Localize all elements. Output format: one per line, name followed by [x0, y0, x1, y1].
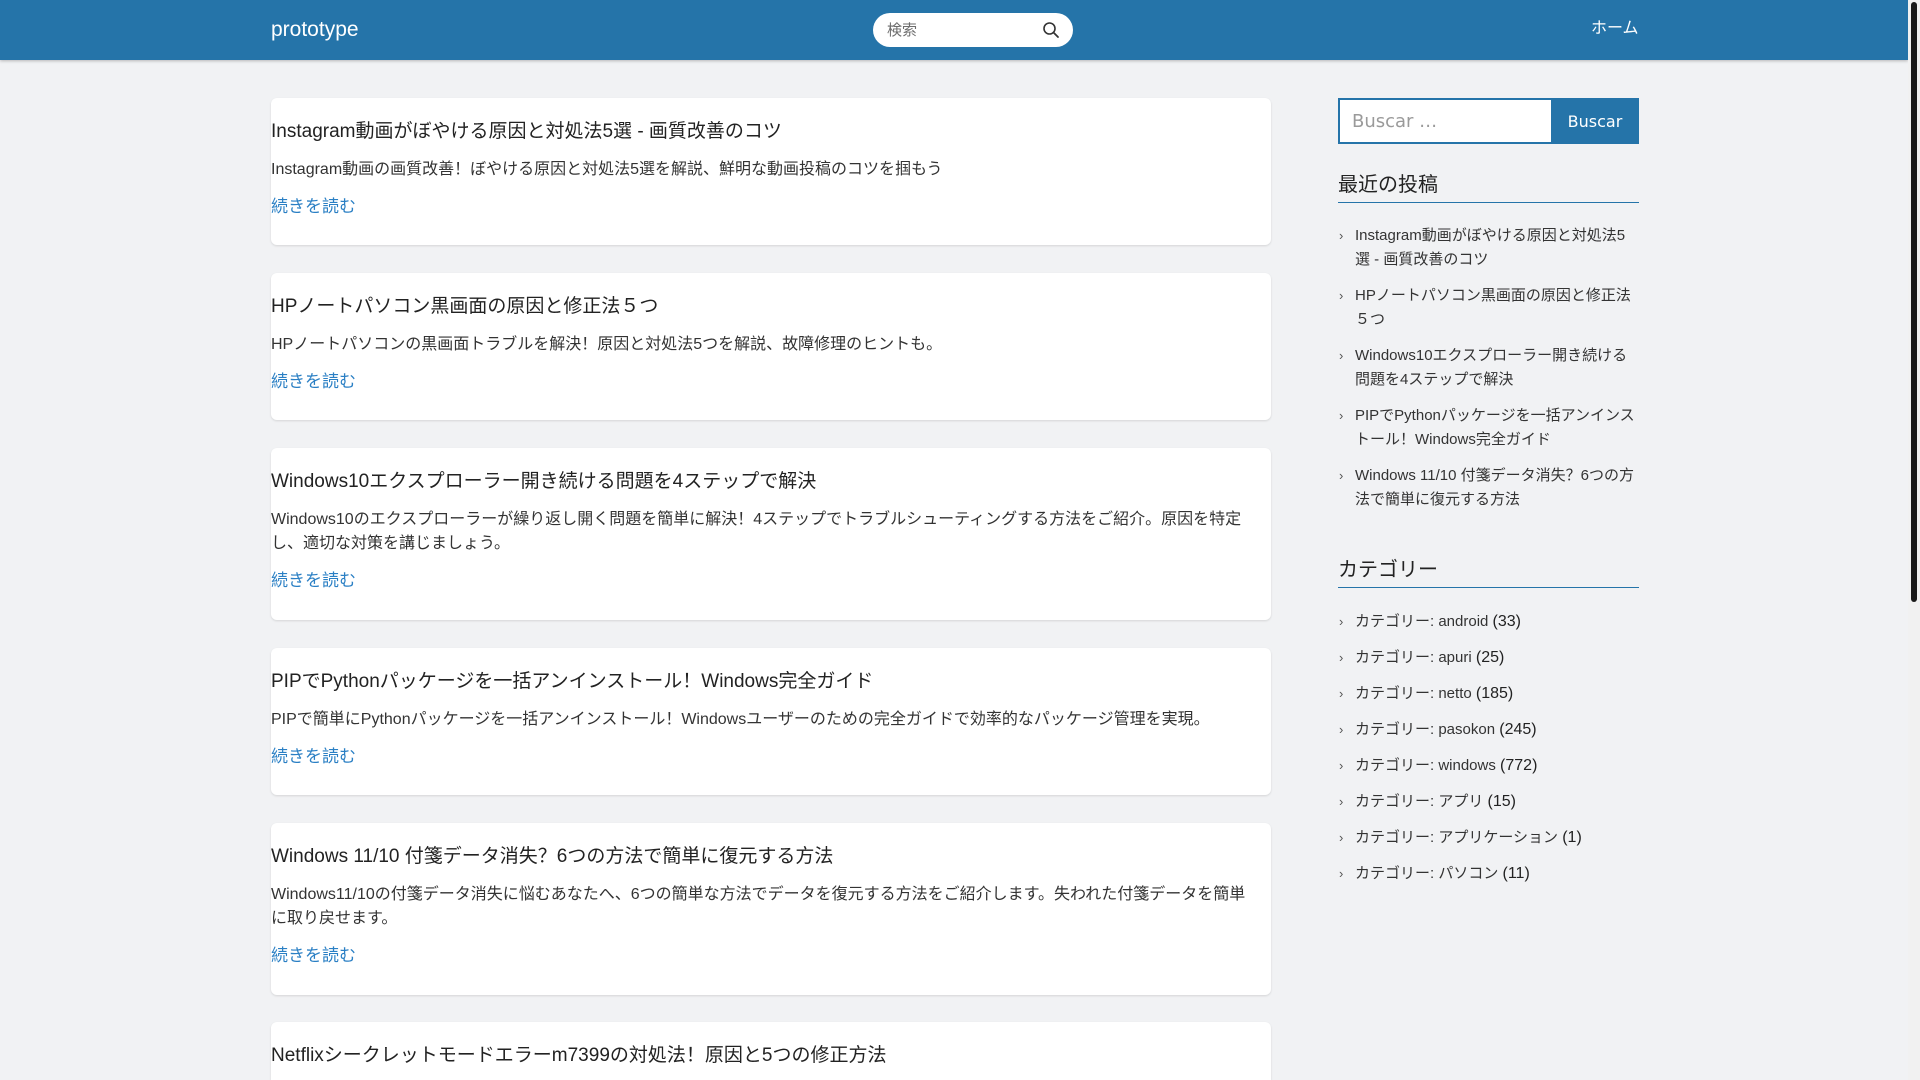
- category-item[interactable]: › カテゴリー: apuri (25): [1338, 646, 1639, 682]
- category-item[interactable]: › カテゴリー: アプリケーション (1): [1338, 826, 1639, 862]
- recent-post-link[interactable]: Windows 11/10 付箋データ消失？6つの方法で簡単に復元する方法: [1355, 467, 1634, 508]
- recent-post-link[interactable]: Windows10エクスプローラー開き続ける問題を4ステップで解決: [1355, 347, 1627, 388]
- chevron-right-icon: ›: [1339, 758, 1344, 773]
- post-excerpt: PIPで簡単にPythonパッケージを一括アンインストール！Windowsユーザ…: [271, 711, 1210, 728]
- post-card: HPノートパソコン黒画面の原因と修正法５つ HPノートパソコンの黒画面トラブルを…: [271, 273, 1271, 420]
- chevron-right-icon: ›: [1339, 288, 1344, 303]
- post-excerpt: Windows11/10の付箋データ消失に悩むあなたへ、6つの簡単な方法でデータ…: [271, 886, 1246, 927]
- category-item[interactable]: › カテゴリー: android (33): [1338, 610, 1639, 646]
- post-card: Instagram動画がぼやける原因と対処法5選 - 画質改善のコツ Insta…: [271, 98, 1271, 245]
- category-link[interactable]: カテゴリー: apuri: [1355, 649, 1472, 666]
- read-more-link[interactable]: 続きを読む: [271, 945, 356, 967]
- category-count: (15): [1487, 793, 1516, 810]
- site-header: prototype ホーム: [0, 0, 1908, 60]
- category-count: (11): [1502, 865, 1530, 882]
- sidebar-search-input[interactable]: [1338, 98, 1551, 144]
- recent-post-item[interactable]: › PIPでPythonパッケージを一括アンインストール！Windows完全ガイド: [1338, 404, 1639, 452]
- chevron-right-icon: ›: [1339, 614, 1344, 629]
- chevron-right-icon: ›: [1339, 408, 1344, 423]
- search-icon[interactable]: [1042, 21, 1060, 39]
- chevron-right-icon: ›: [1339, 468, 1344, 483]
- post-title[interactable]: PIPでPythonパッケージを一括アンインストール！Windows完全ガイド: [271, 670, 1251, 694]
- category-count: (185): [1475, 685, 1514, 702]
- category-item[interactable]: › カテゴリー: パソコン (11): [1338, 862, 1639, 898]
- chevron-right-icon: ›: [1339, 794, 1344, 809]
- category-link[interactable]: カテゴリー: アプリケーション: [1355, 829, 1558, 846]
- post-card: Netflixシークレットモードエラーm7399の対処法！原因と5つの修正方法: [271, 1022, 1271, 1080]
- nav-home-link[interactable]: ホーム: [1591, 19, 1639, 39]
- header-search-input[interactable]: [887, 13, 1037, 47]
- recent-post-item[interactable]: › Instagram動画がぼやける原因と対処法5選 - 画質改善のコツ: [1338, 224, 1639, 272]
- categories-list: › カテゴリー: android (33) › カテゴリー: apuri (25) …: [1338, 610, 1639, 898]
- category-link[interactable]: カテゴリー: pasokon: [1355, 721, 1495, 738]
- chevron-right-icon: ›: [1339, 830, 1344, 845]
- post-excerpt: Windows10のエクスプローラーが繰り返し開く問題を簡単に解決！4ステップで…: [271, 511, 1242, 552]
- category-count: (772): [1500, 757, 1538, 774]
- post-card: Windows 11/10 付箋データ消失？6つの方法で簡単に復元する方法 Wi…: [271, 823, 1271, 995]
- category-link[interactable]: カテゴリー: パソコン: [1355, 865, 1498, 882]
- category-count: (1): [1562, 829, 1582, 846]
- category-count: (33): [1492, 613, 1521, 630]
- recent-posts-list: › Instagram動画がぼやける原因と対処法5選 - 画質改善のコツ › HPノ…: [1338, 224, 1639, 524]
- post-excerpt: HPノートパソコンの黒画面トラブルを解決！原因と対処法5つを解説、故障修理のヒン…: [271, 336, 943, 353]
- recent-post-link[interactable]: HPノートパソコン黒画面の原因と修正法５つ: [1355, 287, 1631, 328]
- post-title[interactable]: Instagram動画がぼやける原因と対処法5選 - 画質改善のコツ: [271, 120, 1251, 144]
- chevron-right-icon: ›: [1339, 866, 1344, 881]
- category-item[interactable]: › カテゴリー: アプリ (15): [1338, 790, 1639, 826]
- recent-post-link[interactable]: PIPでPythonパッケージを一括アンインストール！Windows完全ガイド: [1355, 407, 1635, 448]
- category-link[interactable]: カテゴリー: アプリ: [1355, 793, 1483, 810]
- sidebar-search-button[interactable]: Buscar: [1551, 98, 1639, 144]
- post-excerpt: Instagram動画の画質改善！ぼやける原因と対処法5選を解説、鮮明な動画投稿…: [271, 161, 943, 178]
- header-search: [873, 13, 1073, 47]
- category-link[interactable]: カテゴリー: android: [1355, 613, 1488, 630]
- post-title[interactable]: Windows10エクスプローラー開き続ける問題を4ステップで解決: [271, 470, 1251, 494]
- recent-post-link[interactable]: Instagram動画がぼやける原因と対処法5選 - 画質改善のコツ: [1355, 227, 1625, 268]
- post-title[interactable]: Windows 11/10 付箋データ消失？6つの方法で簡単に復元する方法: [271, 845, 1251, 869]
- read-more-link[interactable]: 続きを読む: [271, 570, 356, 592]
- chevron-right-icon: ›: [1339, 228, 1344, 243]
- chevron-right-icon: ›: [1339, 650, 1344, 665]
- read-more-link[interactable]: 続きを読む: [271, 196, 356, 218]
- read-more-link[interactable]: 続きを読む: [271, 746, 356, 768]
- category-item[interactable]: › カテゴリー: pasokon (245): [1338, 718, 1639, 754]
- recent-post-item[interactable]: › Windows10エクスプローラー開き続ける問題を4ステップで解決: [1338, 344, 1639, 392]
- recent-posts-title: 最近の投稿: [1338, 172, 1639, 203]
- post-title[interactable]: HPノートパソコン黒画面の原因と修正法５つ: [271, 295, 1251, 319]
- read-more-link[interactable]: 続きを読む: [271, 371, 356, 393]
- post-card: PIPでPythonパッケージを一括アンインストール！Windows完全ガイド …: [271, 648, 1271, 795]
- chevron-right-icon: ›: [1339, 348, 1344, 363]
- category-item[interactable]: › カテゴリー: netto (185): [1338, 682, 1639, 718]
- category-item[interactable]: › カテゴリー: windows (772): [1338, 754, 1639, 790]
- chevron-right-icon: ›: [1339, 722, 1344, 737]
- categories-title: カテゴリー: [1338, 557, 1639, 588]
- recent-post-item[interactable]: › HPノートパソコン黒画面の原因と修正法５つ: [1338, 284, 1639, 332]
- site-brand-link[interactable]: prototype: [271, 18, 359, 42]
- sidebar-search: Buscar: [1338, 98, 1639, 144]
- category-count: (245): [1499, 721, 1537, 738]
- scrollbar-thumb[interactable]: [1911, 2, 1917, 602]
- recent-post-item[interactable]: › Windows 11/10 付箋データ消失？6つの方法で簡単に復元する方法: [1338, 464, 1639, 512]
- post-title[interactable]: Netflixシークレットモードエラーm7399の対処法！原因と5つの修正方法: [271, 1044, 1251, 1068]
- category-link[interactable]: カテゴリー: netto: [1355, 685, 1472, 702]
- category-count: (25): [1475, 649, 1505, 666]
- post-card: Windows10エクスプローラー開き続ける問題を4ステップで解決 Window…: [271, 448, 1271, 620]
- chevron-right-icon: ›: [1339, 686, 1344, 701]
- category-link[interactable]: カテゴリー: windows: [1355, 757, 1496, 774]
